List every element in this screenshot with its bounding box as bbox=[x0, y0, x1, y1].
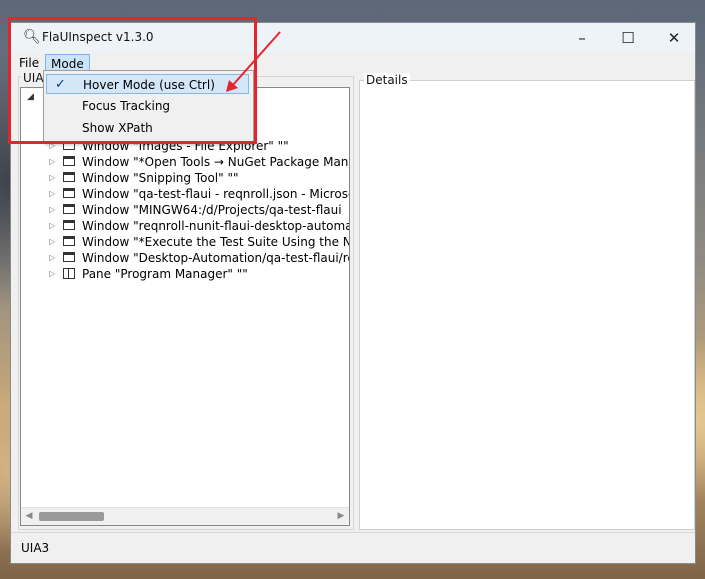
annotation-arrow bbox=[226, 31, 281, 92]
